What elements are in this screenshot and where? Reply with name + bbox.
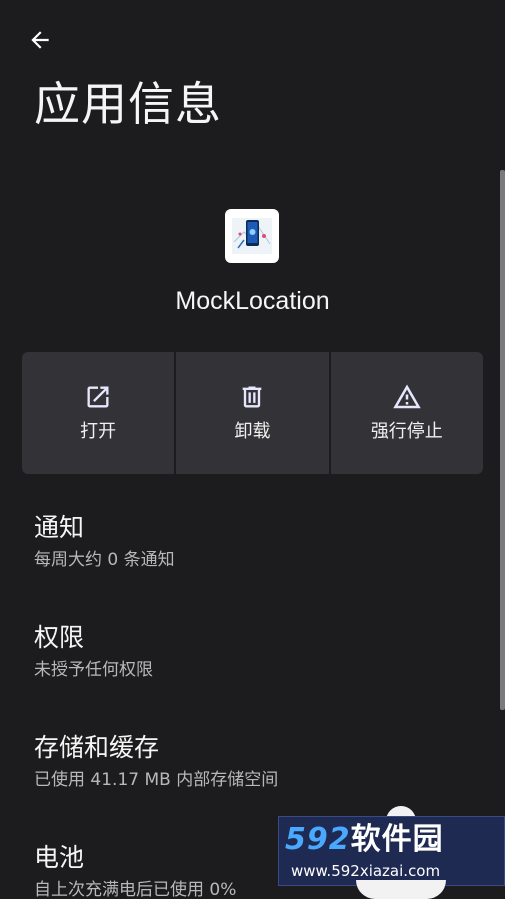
app-icon bbox=[225, 209, 279, 263]
back-button[interactable] bbox=[22, 22, 58, 58]
setting-storage[interactable]: 存储和缓存 已使用 41.17 MB 内部存储空间 bbox=[0, 720, 505, 830]
watermark-brand-number: 592 bbox=[285, 822, 351, 857]
setting-notifications[interactable]: 通知 每周大约 0 条通知 bbox=[0, 500, 505, 610]
app-name: MockLocation bbox=[175, 287, 330, 315]
watermark-url: www.592xiazai.com bbox=[291, 862, 441, 880]
open-external-icon bbox=[87, 386, 109, 408]
watermark-logo: 592软件园 www.592xiazai.com bbox=[278, 816, 505, 886]
force-stop-button[interactable]: 强行停止 bbox=[330, 352, 483, 474]
setting-subtitle: 已使用 41.17 MB 内部存储空间 bbox=[34, 770, 279, 790]
setting-subtitle: 未授予任何权限 bbox=[34, 660, 153, 680]
setting-subtitle: 每周大约 0 条通知 bbox=[34, 550, 175, 570]
warning-icon bbox=[393, 384, 421, 409]
arrow-left-icon bbox=[31, 31, 49, 49]
setting-title: 电池 bbox=[34, 843, 85, 872]
uninstall-button-label: 卸载 bbox=[234, 421, 271, 442]
app-info-screen: 应用信息 MockLocation 打开 卸载 强行停止 通知 每周大约 0 条… bbox=[0, 0, 505, 899]
force-stop-button-label: 强行停止 bbox=[370, 421, 443, 442]
open-button[interactable]: 打开 bbox=[22, 352, 175, 474]
setting-subtitle: 自上次充满电后已使用 0% bbox=[34, 880, 237, 899]
action-bar: 打开 卸载 强行停止 bbox=[22, 352, 483, 474]
setting-title: 存储和缓存 bbox=[34, 733, 160, 762]
watermark-brand: 592软件园 bbox=[285, 823, 444, 857]
setting-title: 权限 bbox=[34, 623, 85, 652]
page-title: 应用信息 bbox=[34, 77, 222, 131]
setting-permissions[interactable]: 权限 未授予任何权限 bbox=[0, 610, 505, 720]
watermark-decoration bbox=[356, 880, 446, 899]
trash-icon bbox=[243, 386, 262, 408]
setting-title: 通知 bbox=[34, 513, 85, 542]
watermark-brand-text: 软件园 bbox=[350, 822, 444, 857]
uninstall-button[interactable]: 卸载 bbox=[176, 352, 329, 474]
open-button-label: 打开 bbox=[80, 421, 117, 442]
